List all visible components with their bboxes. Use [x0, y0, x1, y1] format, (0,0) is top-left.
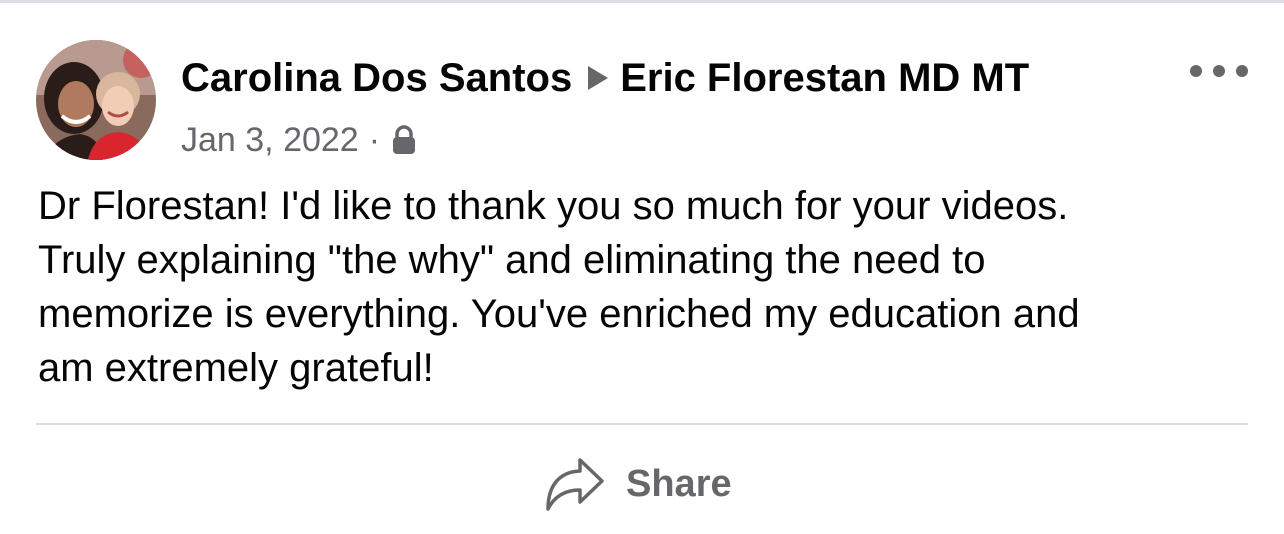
more-dots-icon: [1213, 65, 1225, 77]
share-arrow-icon: [544, 455, 606, 513]
share-label: Share: [626, 462, 732, 505]
post-text-line: Truly explaining "the why" and eliminati…: [38, 238, 986, 282]
actions-divider: [36, 423, 1248, 425]
post-header: Carolina Dos Santos Eric Florestan MD MT: [181, 52, 1029, 104]
post-text-line: am extremely grateful!: [38, 346, 434, 390]
top-border: [0, 0, 1284, 3]
author-avatar[interactable]: [36, 40, 156, 160]
post-text-line: memorize is everything. You've enriched …: [38, 292, 1080, 336]
post-date[interactable]: Jan 3, 2022: [181, 121, 359, 160]
share-button[interactable]: Share: [544, 452, 732, 516]
more-options-button[interactable]: [1190, 58, 1248, 84]
post-text-line: Dr Florestan! I'd like to thank you so m…: [38, 184, 1069, 228]
recipient-name[interactable]: Eric Florestan MD MT: [620, 56, 1029, 101]
author-name[interactable]: Carolina Dos Santos: [181, 56, 572, 101]
triangle-right-icon: [588, 66, 609, 90]
more-dots-icon: [1236, 65, 1248, 77]
post-meta: Jan 3, 2022 ·: [181, 116, 416, 164]
lock-icon[interactable]: [392, 125, 416, 155]
meta-separator: ·: [368, 120, 381, 159]
more-dots-icon: [1190, 65, 1202, 77]
post-body: Dr Florestan! I'd like to thank you so m…: [38, 179, 1268, 395]
